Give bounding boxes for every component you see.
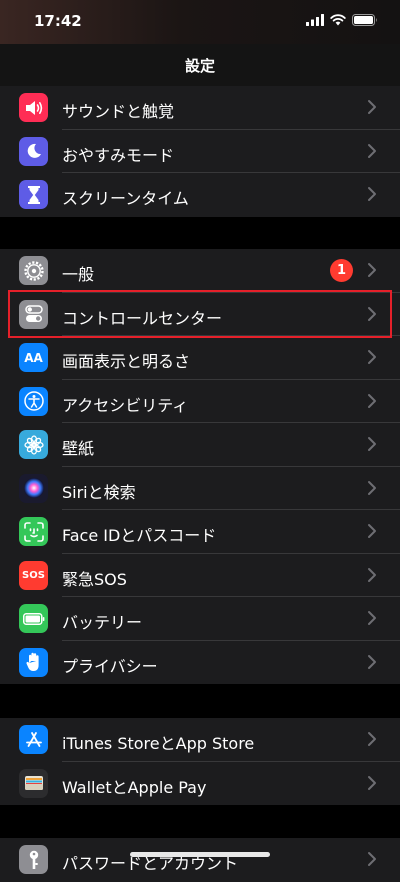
chevron-right-icon <box>368 654 376 669</box>
chevron-right-icon <box>368 611 376 625</box>
chevron-right-icon <box>368 100 376 114</box>
chevron-right-icon <box>368 143 376 158</box>
status-bar: 17:42 <box>0 0 400 44</box>
settings-row-itunes-app-store[interactable]: iTunes StoreとApp Store <box>0 718 400 762</box>
sos-icon: SOS <box>19 560 48 590</box>
battery-icon <box>19 604 48 633</box>
settings-row-face-id[interactable]: Face IDとパスコード <box>0 510 400 554</box>
settings-row-label: 壁紙 <box>62 439 95 458</box>
settings-row-wallpaper[interactable]: 壁紙 <box>0 423 400 467</box>
settings-row-battery[interactable]: バッテリー <box>0 597 400 641</box>
settings-row-label: 画面表示と明るさ <box>62 352 191 371</box>
chevron-right-icon <box>368 480 376 495</box>
status-time: 17:42 <box>34 12 82 30</box>
settings-row-label: アクセシビリティ <box>62 395 189 415</box>
settings-row-label: Face IDとパスコード <box>62 526 217 545</box>
control-center-highlight-box <box>8 290 392 338</box>
home-indicator[interactable] <box>130 852 270 857</box>
chevron-right-icon <box>368 393 376 408</box>
settings-row-general[interactable]: 一般 1 <box>0 249 400 293</box>
settings-row-screen-time[interactable]: スクリーンタイム <box>0 173 400 217</box>
flower-icon <box>19 430 48 459</box>
app-store-icon <box>19 725 48 754</box>
page-title: 設定 <box>184 57 215 75</box>
settings-row-do-not-disturb[interactable]: おやすみモード <box>0 130 400 173</box>
settings-row-label: 一般 <box>62 265 95 284</box>
settings-row-label: プライバシー <box>62 656 158 676</box>
chevron-right-icon <box>368 263 376 277</box>
navigation-bar: 設定 <box>0 44 400 86</box>
text-size-icon: AA <box>19 343 48 372</box>
settings-row-sounds[interactable]: サウンドと触覚 <box>0 86 400 130</box>
settings-group-3: iTunes StoreとApp Store WalletとApple Pay <box>0 718 400 805</box>
chevron-right-icon <box>368 775 376 790</box>
settings-group-4: パスワードとアカウント <box>0 838 400 882</box>
settings-row-siri-search[interactable]: Siriと検索 <box>0 467 400 510</box>
chevron-right-icon <box>368 350 376 364</box>
hourglass-icon <box>19 180 48 209</box>
settings-row-label: バッテリー <box>62 613 143 632</box>
settings-row-label: iTunes StoreとApp Store <box>62 734 255 753</box>
settings-row-emergency-sos[interactable]: SOS 緊急SOS <box>0 554 400 597</box>
settings-row-label: 緊急SOS <box>62 569 127 589</box>
siri-icon <box>19 473 48 503</box>
sos-icon-glyph: SOS <box>22 569 45 581</box>
chevron-right-icon <box>368 567 376 582</box>
settings-row-label: サウンドと触覚 <box>62 102 175 121</box>
chevron-right-icon <box>368 187 376 201</box>
settings-row-passwords-accounts[interactable]: パスワードとアカウント <box>0 838 400 882</box>
settings-row-display-brightness[interactable]: AA 画面表示と明るさ <box>0 336 400 380</box>
wallet-icon <box>19 768 48 798</box>
settings-row-privacy[interactable]: プライバシー <box>0 641 400 685</box>
chevron-right-icon <box>368 524 376 538</box>
wifi-icon <box>330 14 346 26</box>
speaker-icon <box>19 93 48 122</box>
status-icons <box>306 14 378 26</box>
chevron-right-icon <box>368 437 376 451</box>
battery-icon <box>352 14 377 26</box>
moon-icon <box>19 136 48 166</box>
cellular-signal-icon <box>306 14 324 26</box>
key-icon <box>19 845 48 874</box>
settings-group-1: サウンドと触覚 おやすみモード スクリーンタイム <box>0 86 400 217</box>
settings-row-label: おやすみモード <box>62 145 175 165</box>
settings-row-label: Siriと検索 <box>62 482 136 502</box>
notification-badge: 1 <box>330 259 353 282</box>
settings-row-accessibility[interactable]: アクセシビリティ <box>0 380 400 423</box>
accessibility-icon <box>19 386 48 416</box>
face-id-icon <box>19 517 48 546</box>
settings-row-wallet-apple-pay[interactable]: WalletとApple Pay <box>0 762 400 806</box>
gear-icon <box>19 256 48 285</box>
chevron-right-icon <box>368 732 376 746</box>
settings-row-label: WalletとApple Pay <box>62 777 207 797</box>
hand-icon <box>19 647 48 677</box>
text-size-icon-glyph: AA <box>24 350 43 365</box>
settings-row-label: スクリーンタイム <box>62 189 189 208</box>
